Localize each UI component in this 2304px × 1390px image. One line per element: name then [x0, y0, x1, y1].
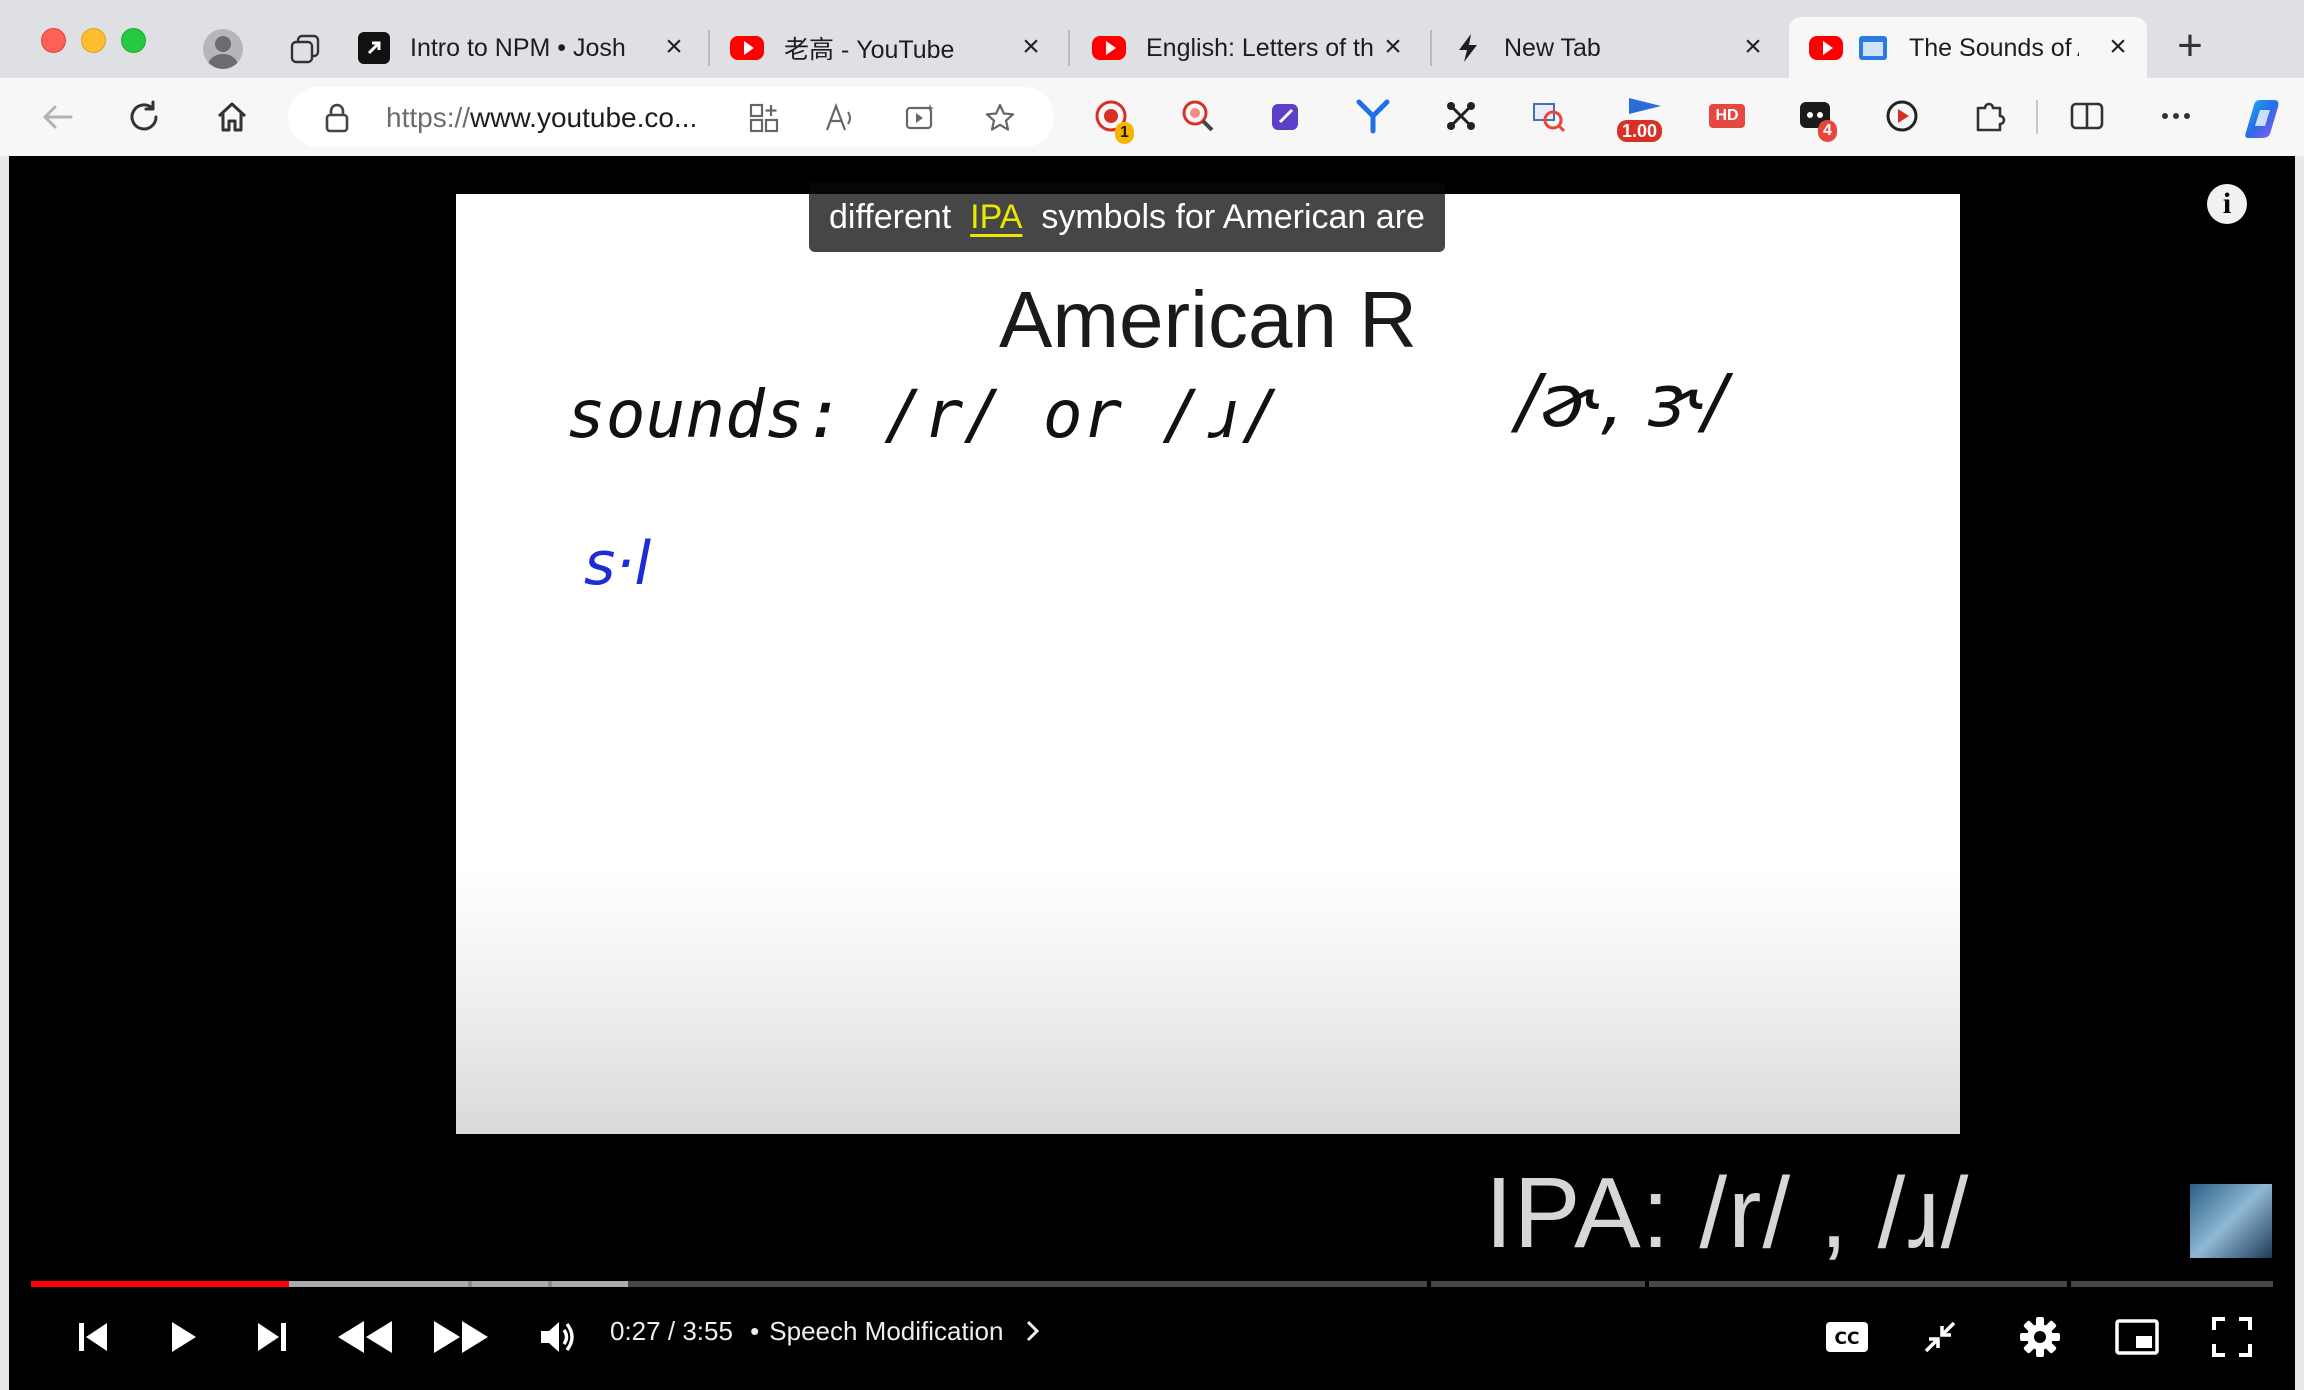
playback-speed-extension-icon[interactable]: 1.00 — [1617, 96, 1673, 142]
settings-gear-icon[interactable] — [2008, 1305, 2072, 1369]
close-tab-icon[interactable]: × — [1380, 32, 1406, 62]
speed-badge: 1.00 — [1617, 120, 1663, 142]
hd-extension-icon[interactable]: HD — [1707, 96, 1747, 136]
nodes-extension-icon[interactable] — [1441, 96, 1481, 136]
zoom-window-button[interactable] — [121, 28, 146, 53]
copilot-icon[interactable] — [2238, 92, 2288, 142]
fullscreen-icon[interactable] — [2200, 1305, 2264, 1369]
app-available-icon[interactable] — [748, 102, 780, 134]
close-tab-icon[interactable]: × — [1740, 32, 1766, 62]
more-menu-icon[interactable] — [2156, 96, 2196, 136]
rewind-button[interactable] — [327, 1305, 403, 1369]
progress-bar[interactable] — [31, 1281, 2273, 1287]
tab-label: 老高 - YouTube — [784, 36, 955, 64]
favorite-star-icon[interactable] — [984, 102, 1016, 134]
toolbar-divider — [2036, 100, 2038, 134]
fast-forward-button[interactable] — [423, 1305, 499, 1369]
browser-window: Intro to NPM • Josh × 老高 - YouTube × Eng… — [0, 0, 2304, 1390]
chapter-segment[interactable] — [1649, 1281, 2067, 1287]
youtube-icon — [1092, 36, 1126, 60]
translate-search-extension-icon[interactable] — [1529, 96, 1569, 136]
address-bar[interactable]: https://www.youtube.co... — [288, 87, 1054, 147]
video-slide: American R sounds: /r/ or /ɹ/ /ɚ, ɝ/ s·l — [456, 194, 1960, 1134]
time-display: 0:27 / 3:55 • Speech Modification — [610, 1316, 1041, 1347]
search-zoom-extension-icon[interactable] — [1178, 96, 1218, 136]
tab-new-tab[interactable]: New Tab × — [1452, 17, 1782, 79]
tab-sounds-of-american[interactable]: The Sounds of A × — [1789, 17, 2147, 79]
home-button[interactable] — [210, 95, 254, 139]
volume-icon[interactable] — [525, 1305, 589, 1369]
slide-handwriting: sounds: /r/ or /ɹ/ /ɚ, ɝ/ s·l — [566, 359, 1734, 599]
close-window-button[interactable] — [41, 28, 66, 53]
window-favicon-icon — [1857, 32, 1889, 64]
youtube-icon — [730, 36, 764, 60]
handwritten-sounds-line: sounds: /r/ or /ɹ/ — [566, 376, 1281, 453]
tab-label: The Sounds of A — [1909, 33, 2079, 62]
bolt-icon — [1452, 32, 1484, 64]
caption-highlight: IPA — [970, 198, 1023, 236]
split-screen-icon[interactable] — [2067, 96, 2107, 136]
video-enhance-icon[interactable] — [904, 102, 936, 134]
read-aloud-icon[interactable] — [824, 102, 856, 134]
tab-english-letters[interactable]: English: Letters of th × — [1092, 17, 1422, 79]
caption-text-before: different — [829, 198, 952, 236]
miniplayer-icon[interactable] — [2105, 1305, 2169, 1369]
arrow-up-right-icon — [358, 32, 390, 64]
lock-icon[interactable] — [324, 103, 350, 133]
current-time: 0:27 — [610, 1316, 661, 1346]
subtitle-caption: different IPA symbols for American are — [809, 182, 1445, 252]
chapter-segment[interactable] — [552, 1281, 1427, 1287]
handwritten-ipa-variants: /ɚ, ɝ/ — [1510, 359, 1734, 443]
video-clip-extension-icon[interactable] — [1882, 96, 1922, 136]
tab-label: English: Letters of th — [1146, 33, 1374, 62]
profile-avatar-icon[interactable] — [203, 29, 243, 69]
chapter-title[interactable]: Speech Modification — [769, 1316, 1003, 1346]
tab-label: Intro to NPM • Josh — [410, 33, 626, 62]
record-badge: 1 — [1115, 122, 1134, 144]
info-icon[interactable]: i — [2207, 184, 2247, 224]
new-tab-button[interactable]: + — [2168, 24, 2212, 70]
compress-icon[interactable] — [1910, 1305, 1970, 1369]
back-button[interactable] — [35, 95, 79, 139]
tab-intro-to-npm[interactable]: Intro to NPM • Josh × — [358, 17, 703, 79]
notes-pen-extension-icon[interactable] — [1266, 96, 1306, 136]
tab-divider — [1430, 30, 1432, 66]
tab-divider — [708, 30, 710, 66]
buffered-bar — [231, 1281, 628, 1287]
caption-text-after: symbols for American are — [1041, 198, 1425, 236]
played-bar — [31, 1281, 289, 1287]
workspaces-icon[interactable] — [288, 32, 322, 66]
ipa-overlay-text: IPA: /r/ , /ɹ/ — [1485, 1157, 1970, 1269]
refresh-button[interactable] — [122, 95, 166, 139]
close-tab-icon[interactable]: × — [2105, 32, 2131, 62]
chapter-segment[interactable] — [1431, 1281, 1645, 1287]
chapter-segment[interactable] — [2071, 1281, 2273, 1287]
extensions-puzzle-icon[interactable] — [1970, 96, 2010, 136]
chevron-right-icon[interactable] — [1017, 1316, 1040, 1346]
subtitles-cc-button[interactable]: CC — [1817, 1305, 1877, 1369]
previous-button[interactable] — [63, 1305, 123, 1369]
tab-divider — [1068, 30, 1070, 66]
y-filter-extension-icon[interactable] — [1353, 96, 1393, 136]
video-player[interactable]: American R sounds: /r/ or /ɹ/ /ɚ, ɝ/ s·l… — [9, 156, 2295, 1390]
tab-laogao-youtube[interactable]: 老高 - YouTube × — [730, 17, 1060, 79]
handwritten-blue-note: s·l — [584, 529, 651, 599]
youtube-icon — [1809, 36, 1843, 60]
close-tab-icon[interactable]: × — [661, 32, 687, 62]
close-tab-icon[interactable]: × — [1018, 32, 1044, 62]
tab-strip: Intro to NPM • Josh × 老高 - YouTube × Eng… — [0, 0, 2304, 79]
record-extension-icon[interactable]: 1 — [1091, 96, 1134, 144]
notes-badge: 4 — [1818, 120, 1837, 142]
url-text[interactable]: https://www.youtube.co... — [386, 102, 697, 134]
channel-watermark[interactable] — [2190, 1184, 2272, 1258]
minimize-window-button[interactable] — [81, 28, 106, 53]
duration: 3:55 — [682, 1316, 733, 1346]
chat-extension-icon[interactable]: 4 — [1796, 96, 1837, 142]
play-button[interactable] — [153, 1305, 213, 1369]
next-button[interactable] — [242, 1305, 302, 1369]
svg-text:CC: CC — [1835, 1329, 1860, 1349]
tab-label: New Tab — [1504, 33, 1601, 62]
